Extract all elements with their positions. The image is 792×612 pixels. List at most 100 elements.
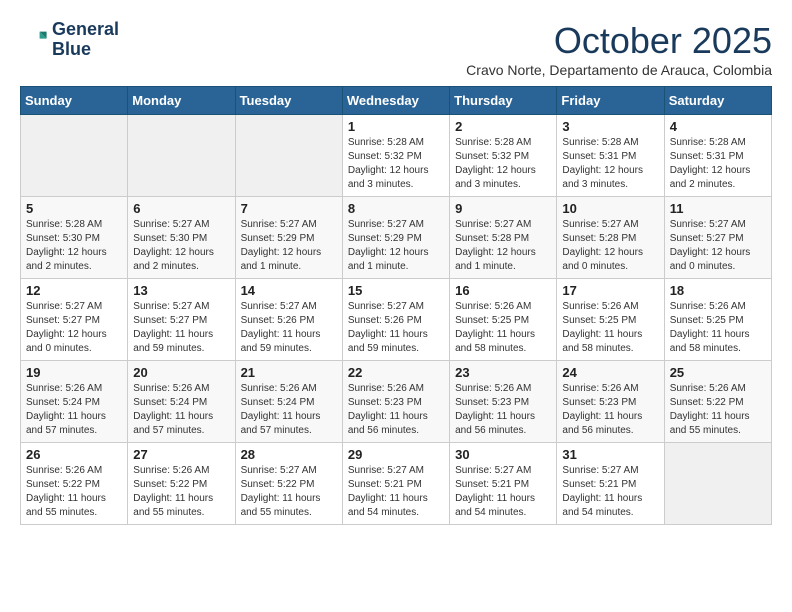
calendar-cell: 4Sunrise: 5:28 AM Sunset: 5:31 PM Daylig… xyxy=(664,115,771,197)
day-info: Sunrise: 5:26 AM Sunset: 5:22 PM Dayligh… xyxy=(133,464,229,520)
page-header: General Blue October 2025 Cravo Norte, D… xyxy=(20,20,772,78)
day-number: 9 xyxy=(455,201,551,216)
day-info: Sunrise: 5:26 AM Sunset: 5:25 PM Dayligh… xyxy=(562,300,658,356)
day-info: Sunrise: 5:27 AM Sunset: 5:21 PM Dayligh… xyxy=(348,464,444,520)
month-title: October 2025 xyxy=(466,20,772,62)
day-number: 25 xyxy=(670,365,766,380)
day-info: Sunrise: 5:28 AM Sunset: 5:31 PM Dayligh… xyxy=(562,136,658,192)
logo-text: General Blue xyxy=(52,20,119,60)
day-info: Sunrise: 5:27 AM Sunset: 5:29 PM Dayligh… xyxy=(348,218,444,274)
day-number: 23 xyxy=(455,365,551,380)
day-number: 12 xyxy=(26,283,122,298)
calendar-cell: 23 Sunrise: 5:26 AM Sunset: 5:23 PM Dayli… xyxy=(450,361,557,443)
calendar-cell: 30 Sunrise: 5:27 AM Sunset: 5:21 PM Dayli… xyxy=(450,443,557,525)
day-info: Sunrise: 5:26 AM Sunset: 5:24 PM Dayligh… xyxy=(133,382,229,438)
day-info: Sunrise: 5:27 AM Sunset: 5:28 PM Dayligh… xyxy=(562,218,658,274)
calendar-cell: 3Sunrise: 5:28 AM Sunset: 5:31 PM Daylig… xyxy=(557,115,664,197)
day-number: 16 xyxy=(455,283,551,298)
location-subtitle: Cravo Norte, Departamento de Arauca, Col… xyxy=(466,62,772,78)
day-number: 19 xyxy=(26,365,122,380)
calendar-cell: 28 Sunrise: 5:27 AM Sunset: 5:22 PM Dayli… xyxy=(235,443,342,525)
day-info: Sunrise: 5:27 AM Sunset: 5:30 PM Dayligh… xyxy=(133,218,229,274)
calendar-cell: 18Sunrise: 5:26 AM Sunset: 5:25 PM Dayli… xyxy=(664,279,771,361)
day-number: 6 xyxy=(133,201,229,216)
calendar-cell: 20 Sunrise: 5:26 AM Sunset: 5:24 PM Dayli… xyxy=(128,361,235,443)
day-number: 5 xyxy=(26,201,122,216)
day-number: 7 xyxy=(241,201,337,216)
day-number: 2 xyxy=(455,119,551,134)
day-info: Sunrise: 5:27 AM Sunset: 5:27 PM Dayligh… xyxy=(133,300,229,356)
day-info: Sunrise: 5:27 AM Sunset: 5:21 PM Dayligh… xyxy=(455,464,551,520)
calendar-cell: 12 Sunrise: 5:27 AM Sunset: 5:27 PM Dayli… xyxy=(21,279,128,361)
calendar-table: SundayMondayTuesdayWednesdayThursdayFrid… xyxy=(20,86,772,525)
title-area: October 2025 Cravo Norte, Departamento d… xyxy=(466,20,772,78)
calendar-week-row: 12 Sunrise: 5:27 AM Sunset: 5:27 PM Dayli… xyxy=(21,279,772,361)
day-number: 26 xyxy=(26,447,122,462)
day-number: 11 xyxy=(670,201,766,216)
day-info: Sunrise: 5:27 AM Sunset: 5:26 PM Dayligh… xyxy=(348,300,444,356)
day-info: Sunrise: 5:26 AM Sunset: 5:25 PM Dayligh… xyxy=(455,300,551,356)
day-info: Sunrise: 5:27 AM Sunset: 5:29 PM Dayligh… xyxy=(241,218,337,274)
day-number: 8 xyxy=(348,201,444,216)
weekday-header-sunday: Sunday xyxy=(21,87,128,115)
calendar-cell: 24Sunrise: 5:26 AM Sunset: 5:23 PM Dayli… xyxy=(557,361,664,443)
day-info: Sunrise: 5:26 AM Sunset: 5:22 PM Dayligh… xyxy=(26,464,122,520)
calendar-cell: 10 Sunrise: 5:27 AM Sunset: 5:28 PM Dayli… xyxy=(557,197,664,279)
calendar-cell: 21Sunrise: 5:26 AM Sunset: 5:24 PM Dayli… xyxy=(235,361,342,443)
calendar-cell xyxy=(21,115,128,197)
calendar-cell: 27Sunrise: 5:26 AM Sunset: 5:22 PM Dayli… xyxy=(128,443,235,525)
weekday-header-row: SundayMondayTuesdayWednesdayThursdayFrid… xyxy=(21,87,772,115)
weekday-header-tuesday: Tuesday xyxy=(235,87,342,115)
calendar-week-row: 1 Sunrise: 5:28 AM Sunset: 5:32 PM Daylig… xyxy=(21,115,772,197)
calendar-cell xyxy=(235,115,342,197)
day-number: 29 xyxy=(348,447,444,462)
logo: General Blue xyxy=(20,20,119,60)
calendar-week-row: 26 Sunrise: 5:26 AM Sunset: 5:22 PM Dayli… xyxy=(21,443,772,525)
day-info: Sunrise: 5:27 AM Sunset: 5:26 PM Dayligh… xyxy=(241,300,337,356)
calendar-cell: 17 Sunrise: 5:26 AM Sunset: 5:25 PM Dayli… xyxy=(557,279,664,361)
day-number: 28 xyxy=(241,447,337,462)
day-info: Sunrise: 5:28 AM Sunset: 5:30 PM Dayligh… xyxy=(26,218,122,274)
day-info: Sunrise: 5:28 AM Sunset: 5:32 PM Dayligh… xyxy=(455,136,551,192)
day-number: 20 xyxy=(133,365,229,380)
day-info: Sunrise: 5:26 AM Sunset: 5:22 PM Dayligh… xyxy=(670,382,766,438)
calendar-cell: 31Sunrise: 5:27 AM Sunset: 5:21 PM Dayli… xyxy=(557,443,664,525)
weekday-header-saturday: Saturday xyxy=(664,87,771,115)
calendar-cell: 19Sunrise: 5:26 AM Sunset: 5:24 PM Dayli… xyxy=(21,361,128,443)
day-info: Sunrise: 5:26 AM Sunset: 5:24 PM Dayligh… xyxy=(241,382,337,438)
day-info: Sunrise: 5:26 AM Sunset: 5:23 PM Dayligh… xyxy=(348,382,444,438)
day-number: 13 xyxy=(133,283,229,298)
day-number: 30 xyxy=(455,447,551,462)
day-number: 14 xyxy=(241,283,337,298)
day-info: Sunrise: 5:27 AM Sunset: 5:27 PM Dayligh… xyxy=(26,300,122,356)
calendar-cell: 15 Sunrise: 5:27 AM Sunset: 5:26 PM Dayli… xyxy=(342,279,449,361)
calendar-cell: 9 Sunrise: 5:27 AM Sunset: 5:28 PM Daylig… xyxy=(450,197,557,279)
day-info: Sunrise: 5:28 AM Sunset: 5:31 PM Dayligh… xyxy=(670,136,766,192)
day-number: 1 xyxy=(348,119,444,134)
calendar-cell: 7 Sunrise: 5:27 AM Sunset: 5:29 PM Daylig… xyxy=(235,197,342,279)
calendar-cell xyxy=(128,115,235,197)
calendar-cell: 22Sunrise: 5:26 AM Sunset: 5:23 PM Dayli… xyxy=(342,361,449,443)
calendar-cell: 14 Sunrise: 5:27 AM Sunset: 5:26 PM Dayli… xyxy=(235,279,342,361)
calendar-cell: 26 Sunrise: 5:26 AM Sunset: 5:22 PM Dayli… xyxy=(21,443,128,525)
day-info: Sunrise: 5:26 AM Sunset: 5:23 PM Dayligh… xyxy=(455,382,551,438)
calendar-cell: 2 Sunrise: 5:28 AM Sunset: 5:32 PM Daylig… xyxy=(450,115,557,197)
day-info: Sunrise: 5:27 AM Sunset: 5:27 PM Dayligh… xyxy=(670,218,766,274)
calendar-week-row: 5 Sunrise: 5:28 AM Sunset: 5:30 PM Daylig… xyxy=(21,197,772,279)
calendar-cell: 13 Sunrise: 5:27 AM Sunset: 5:27 PM Dayli… xyxy=(128,279,235,361)
calendar-cell: 25 Sunrise: 5:26 AM Sunset: 5:22 PM Dayli… xyxy=(664,361,771,443)
logo-icon xyxy=(20,26,48,54)
calendar-cell: 6 Sunrise: 5:27 AM Sunset: 5:30 PM Daylig… xyxy=(128,197,235,279)
calendar-cell: 8 Sunrise: 5:27 AM Sunset: 5:29 PM Daylig… xyxy=(342,197,449,279)
calendar-cell: 1Sunrise: 5:28 AM Sunset: 5:32 PM Daylig… xyxy=(342,115,449,197)
day-number: 10 xyxy=(562,201,658,216)
day-number: 17 xyxy=(562,283,658,298)
calendar-cell: 5 Sunrise: 5:28 AM Sunset: 5:30 PM Daylig… xyxy=(21,197,128,279)
day-info: Sunrise: 5:27 AM Sunset: 5:22 PM Dayligh… xyxy=(241,464,337,520)
day-info: Sunrise: 5:27 AM Sunset: 5:21 PM Dayligh… xyxy=(562,464,658,520)
calendar-cell: 29 Sunrise: 5:27 AM Sunset: 5:21 PM Dayli… xyxy=(342,443,449,525)
day-info: Sunrise: 5:27 AM Sunset: 5:28 PM Dayligh… xyxy=(455,218,551,274)
day-number: 15 xyxy=(348,283,444,298)
day-number: 24 xyxy=(562,365,658,380)
calendar-week-row: 19 Sunrise: 5:26 AM Sunset: 5:24 PM Dayli… xyxy=(21,361,772,443)
